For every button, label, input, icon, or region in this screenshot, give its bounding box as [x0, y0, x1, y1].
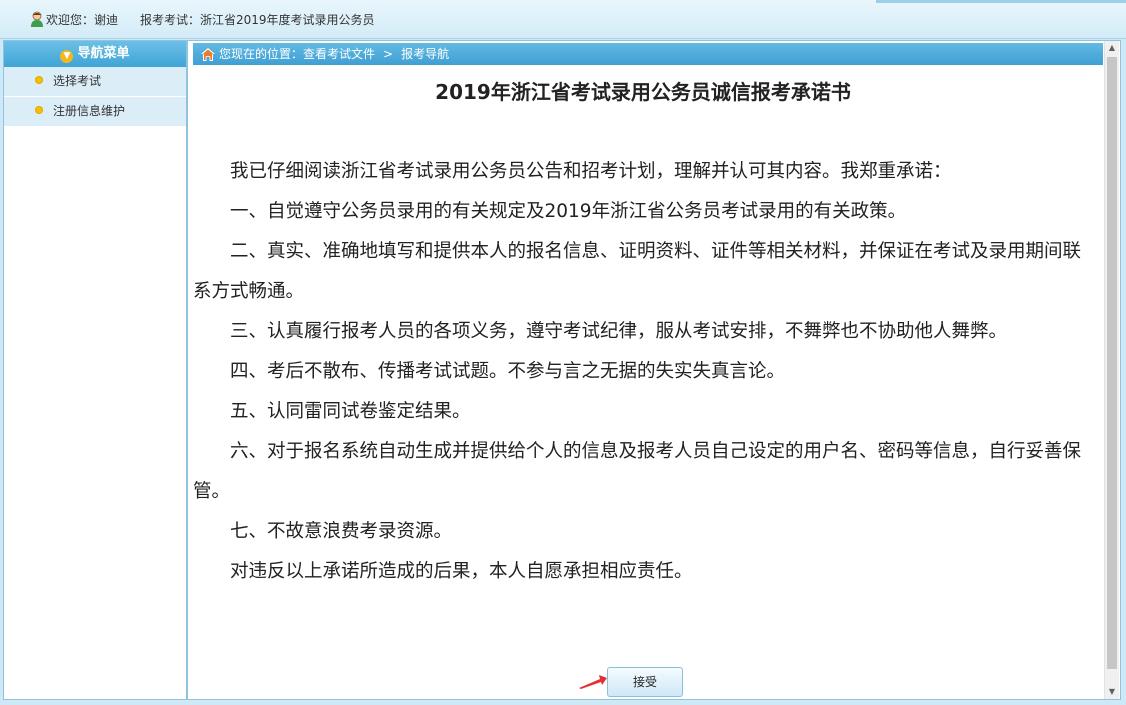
sidebar-item-select-exam[interactable]: 选择考试	[4, 67, 186, 97]
red-arrow-icon	[579, 675, 607, 689]
chevron-down-icon: ▼	[60, 50, 74, 63]
scroll-down-icon[interactable]: ▼	[1105, 685, 1119, 699]
paragraph: 三、认真履行报考人员的各项义务，遵守考试纪律，服从考试安排，不舞弊也不协助他人舞…	[230, 321, 1008, 342]
paragraph: 七、不故意浪费考录资源。	[230, 521, 453, 542]
nav-menu-header[interactable]: ▼ 导航菜单	[4, 41, 186, 67]
sidebar-item-label: 注册信息维护	[53, 104, 126, 118]
vertical-scrollbar[interactable]: ▲ ▼	[1104, 41, 1119, 699]
breadcrumb: 您现在的位置：查看考试文件 > 报考导航	[193, 43, 1103, 65]
user-icon	[30, 11, 44, 27]
page-title: 2019年浙江省考试录用公务员诚信报考承诺书	[435, 80, 851, 104]
breadcrumb-path: 您现在的位置：查看考试文件	[219, 47, 376, 61]
top-bar: 欢迎您：谢迪 报考考试：浙江省2019年度考试录用公务员	[0, 0, 1126, 39]
paragraph: 我已仔细阅读浙江省考试录用公务员公告和招考计划，理解并认可其内容。我郑重承诺：	[230, 161, 952, 182]
document-body: 我已仔细阅读浙江省考试录用公务员公告和招考计划，理解并认可其内容。我郑重承诺： …	[193, 152, 1093, 592]
nav-menu-title: 导航菜单	[77, 46, 130, 61]
bullet-icon	[36, 77, 42, 83]
welcome-text: 欢迎您：谢迪	[46, 13, 119, 27]
sidebar: ▼ 导航菜单 选择考试 注册信息维护	[3, 40, 187, 700]
pledge-document: 2019年浙江省考试录用公务员诚信报考承诺书 我已仔细阅读浙江省考试录用公务员公…	[193, 71, 1093, 592]
paragraph: 四、考后不散布、传播考试试题。不参与言之无据的失实失真言论。	[230, 361, 786, 382]
paragraph: 一、自觉遵守公务员录用的有关规定及2019年浙江省公务员考试录用的有关政策。	[230, 201, 907, 222]
breadcrumb-current: 报考导航	[401, 47, 450, 61]
current-exam-text: 报考考试：浙江省2019年度考试录用公务员	[140, 13, 375, 27]
paragraph: 对违反以上承诺所造成的后果，本人自愿承担相应责任。	[230, 561, 693, 582]
welcome-area: 欢迎您：谢迪 报考考试：浙江省2019年度考试录用公务员	[30, 11, 375, 28]
accept-button[interactable]: 接受	[607, 667, 683, 697]
top-bar-accent	[876, 0, 1126, 3]
scroll-up-icon[interactable]: ▲	[1105, 41, 1119, 55]
main-content: 您现在的位置：查看考试文件 > 报考导航 2019年浙江省考试录用公务员诚信报考承诺…	[187, 40, 1121, 700]
home-icon	[201, 46, 215, 68]
sidebar-item-registration-info[interactable]: 注册信息维护	[4, 97, 186, 127]
paragraph: 二、真实、准确地填写和提供本人的报名信息、证明资料、证件等相关材料，并保证在考试…	[193, 241, 1082, 302]
sidebar-item-label: 选择考试	[53, 74, 102, 88]
paragraph: 六、对于报名系统自动生成并提供给个人的信息及报考人员自己设定的用户名、密码等信息…	[193, 441, 1082, 502]
bullet-icon	[36, 107, 42, 113]
breadcrumb-separator: >	[383, 47, 394, 61]
scroll-thumb[interactable]	[1107, 57, 1117, 669]
paragraph: 五、认同雷同试卷鉴定结果。	[230, 401, 471, 422]
